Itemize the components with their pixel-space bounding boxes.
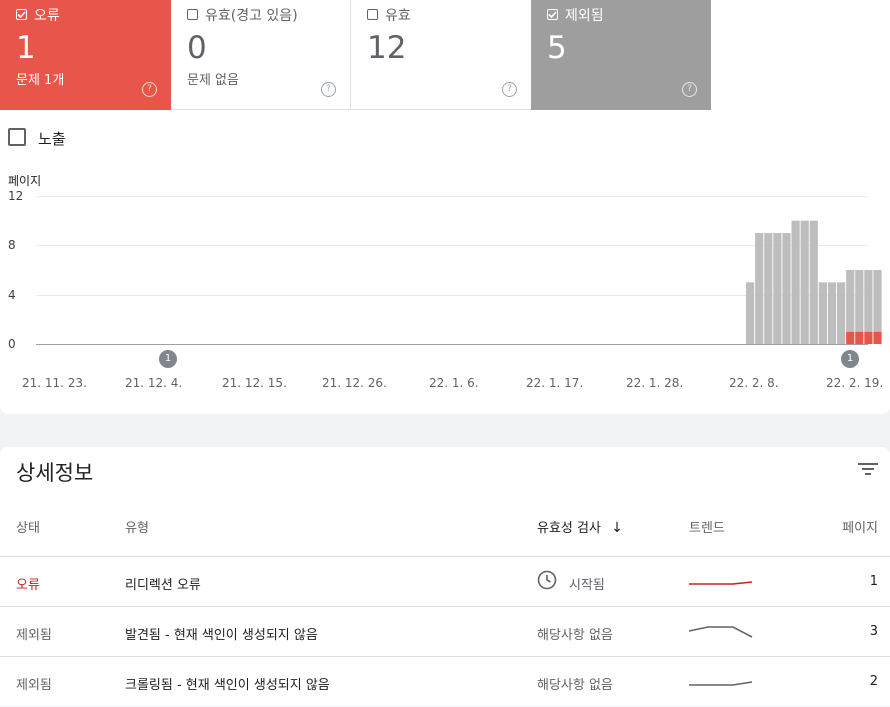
x-tick-label: 22. 1. 28. <box>626 376 684 390</box>
status-cell: 제외됨 <box>16 628 52 643</box>
status-cell: 제외됨 <box>16 678 52 693</box>
pages-cell: 1 <box>869 574 878 589</box>
checkbox-checked-icon[interactable] <box>16 9 27 20</box>
tile-count: 0 <box>187 30 207 66</box>
chart-bar-error[interactable] <box>873 331 882 344</box>
pages-cell: 2 <box>869 674 878 689</box>
chart-bar-excluded[interactable] <box>809 220 818 344</box>
chart-bar-error[interactable] <box>855 331 864 344</box>
column-header-pages[interactable]: 페이지 <box>842 517 878 536</box>
column-header-validation[interactable]: 유효성 검사 ↓ <box>537 517 623 536</box>
x-tick-label: 21. 12. 26. <box>322 376 387 390</box>
y-tick-label: 8 <box>8 238 16 252</box>
tile-error[interactable]: 오류 1 문제 1개 ? <box>0 0 171 110</box>
help-icon[interactable]: ? <box>321 82 336 97</box>
chart-bar-excluded[interactable] <box>764 233 773 344</box>
status-cell: 오류 <box>16 578 40 593</box>
annotation-marker[interactable]: 1 <box>159 350 177 368</box>
type-cell: 발견됨 - 현재 색인이 생성되지 않음 <box>125 628 318 643</box>
column-header-status[interactable]: 상태 <box>16 517 40 536</box>
pages-cell: 3 <box>869 624 878 639</box>
validation-cell: 해당사항 없음 <box>537 678 613 693</box>
gridline <box>36 196 868 197</box>
type-cell: 리디렉션 오류 <box>125 578 201 593</box>
x-tick-label: 21. 11. 23. <box>22 376 87 390</box>
chart-bar-excluded[interactable] <box>773 233 782 344</box>
checkbox-unchecked-icon[interactable] <box>367 9 378 20</box>
x-tick-label: 22. 2. 8. <box>729 376 779 390</box>
checkbox-unchecked-icon[interactable] <box>8 128 26 146</box>
chart-bar-excluded[interactable] <box>791 220 800 344</box>
sort-arrow-down-icon[interactable]: ↓ <box>611 520 623 536</box>
table-row[interactable]: 제외됨 발견됨 - 현재 색인이 생성되지 않음 해당사항 없음 3 <box>0 606 890 657</box>
table-row[interactable]: 제외됨 크롤링됨 - 현재 색인이 생성되지 않음 해당사항 없음 2 <box>0 656 890 707</box>
type-cell: 크롤링됨 - 현재 색인이 생성되지 않음 <box>125 678 330 693</box>
chart-bar-excluded[interactable] <box>746 282 755 344</box>
chart-bar-excluded[interactable] <box>873 270 882 332</box>
help-icon[interactable]: ? <box>682 82 697 97</box>
table-row[interactable]: 오류 리디렉션 오류 시작됨 1 <box>0 556 890 607</box>
gridline <box>36 245 868 246</box>
tile-count: 12 <box>367 30 407 66</box>
column-header-label: 유효성 검사 <box>537 521 601 536</box>
chart-bar-excluded[interactable] <box>846 270 855 332</box>
checkbox-checked-icon[interactable] <box>547 9 558 20</box>
column-header-trend[interactable]: 트렌드 <box>689 517 725 536</box>
y-tick-label: 12 <box>8 189 24 203</box>
chart-bar-excluded[interactable] <box>800 220 809 344</box>
validation-cell: 시작됨 <box>569 578 605 593</box>
impressions-label: 노출 <box>38 130 66 148</box>
tile-valid-warning[interactable]: 유효(경고 있음) 0 문제 없음 ? <box>171 0 351 110</box>
annotation-marker[interactable]: 1 <box>841 350 859 368</box>
chart-bar-excluded[interactable] <box>864 270 873 332</box>
tile-subtitle: 문제 1개 <box>16 73 65 88</box>
trend-sparkline <box>689 581 753 585</box>
checkbox-unchecked-icon[interactable] <box>187 9 198 20</box>
tile-label: 제외됨 <box>565 8 604 24</box>
y-axis-label: 페이지 <box>8 174 42 188</box>
tile-label: 유효(경고 있음) <box>205 8 298 24</box>
chart-bar-excluded[interactable] <box>855 270 864 332</box>
help-icon[interactable]: ? <box>142 82 157 97</box>
chart-bar-excluded[interactable] <box>827 282 837 344</box>
x-axis-line <box>36 344 868 345</box>
tile-excluded[interactable]: 제외됨 5 ? <box>531 0 711 110</box>
chart-panel: 오류 1 문제 1개 ? 유효(경고 있음) 0 문제 없음 ? 유효 12 ?… <box>0 0 890 414</box>
chart-bar-excluded[interactable] <box>755 233 764 344</box>
x-tick-label: 21. 12. 15. <box>222 376 287 390</box>
chart-bar-error[interactable] <box>864 331 873 344</box>
y-tick-label: 0 <box>8 337 16 351</box>
gridline <box>36 295 868 296</box>
x-tick-label: 21. 12. 4. <box>125 376 183 390</box>
column-header-type[interactable]: 유형 <box>125 517 149 536</box>
y-tick-label: 4 <box>8 288 16 302</box>
x-tick-label: 22. 1. 6. <box>429 376 479 390</box>
x-tick-label: 22. 1. 17. <box>526 376 584 390</box>
tile-count: 5 <box>547 30 567 66</box>
help-icon[interactable]: ? <box>502 82 517 97</box>
validation-cell: 해당사항 없음 <box>537 628 613 643</box>
filter-icon[interactable] <box>858 461 878 477</box>
tile-label: 유효 <box>385 8 411 24</box>
chart-bar-excluded[interactable] <box>837 282 846 344</box>
clock-icon <box>537 570 557 590</box>
chart-bar-excluded[interactable] <box>818 282 827 344</box>
details-panel: 상세정보 상태 유형 유효성 검사 ↓ 트렌드 페이지 오류 리디렉션 오류 시… <box>0 447 890 706</box>
x-tick-label: 22. 2. 19. <box>826 376 884 390</box>
tile-label: 오류 <box>34 8 60 24</box>
chart-bar-excluded[interactable] <box>782 233 791 344</box>
trend-sparkline <box>689 681 753 686</box>
chart-bar-error[interactable] <box>846 331 855 344</box>
tile-subtitle: 문제 없음 <box>187 73 239 88</box>
tile-count: 1 <box>16 30 36 66</box>
details-title: 상세정보 <box>16 461 94 485</box>
tile-valid[interactable]: 유효 12 ? <box>351 0 531 110</box>
trend-sparkline <box>688 626 753 638</box>
